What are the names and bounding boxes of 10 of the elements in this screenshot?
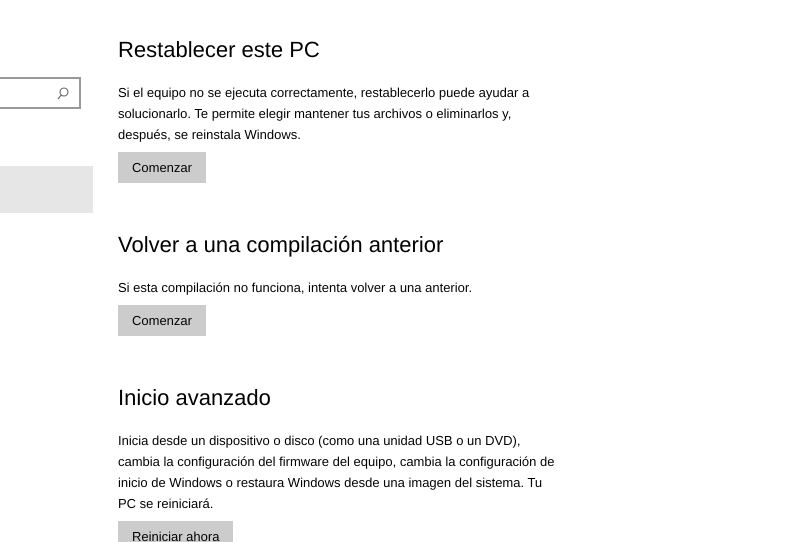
action-button[interactable]: Reiniciar ahora	[118, 521, 234, 542]
section-title: Inicio avanzado	[118, 384, 272, 412]
search-field[interactable]	[0, 77, 81, 109]
section-description: Si el equipo no se ejecuta correctamente, restablecerlo puede ayudar a solucionarlo. Te permite elegir mantener tus archivos o eliminarlos y, después, se reinstala Windows.	[118, 84, 530, 144]
section-description: Inicia desde un dispositivo o disco (como una unidad USB o un DVD), cambia la configuración del firmware del equipo, cambia la configuración de inicio de Windows o restaura Windows desde una imagen del sistema. Tu PC se reiniciará.	[118, 432, 556, 513]
section-title: Volver a una compilación anterior	[118, 231, 444, 259]
action-button[interactable]: Comenzar	[118, 152, 206, 183]
section-description: Si esta compilación no funciona, intenta volver a una anterior.	[118, 279, 474, 297]
action-button[interactable]: Comenzar	[118, 305, 206, 336]
section-title: Restablecer este PC	[118, 36, 321, 64]
